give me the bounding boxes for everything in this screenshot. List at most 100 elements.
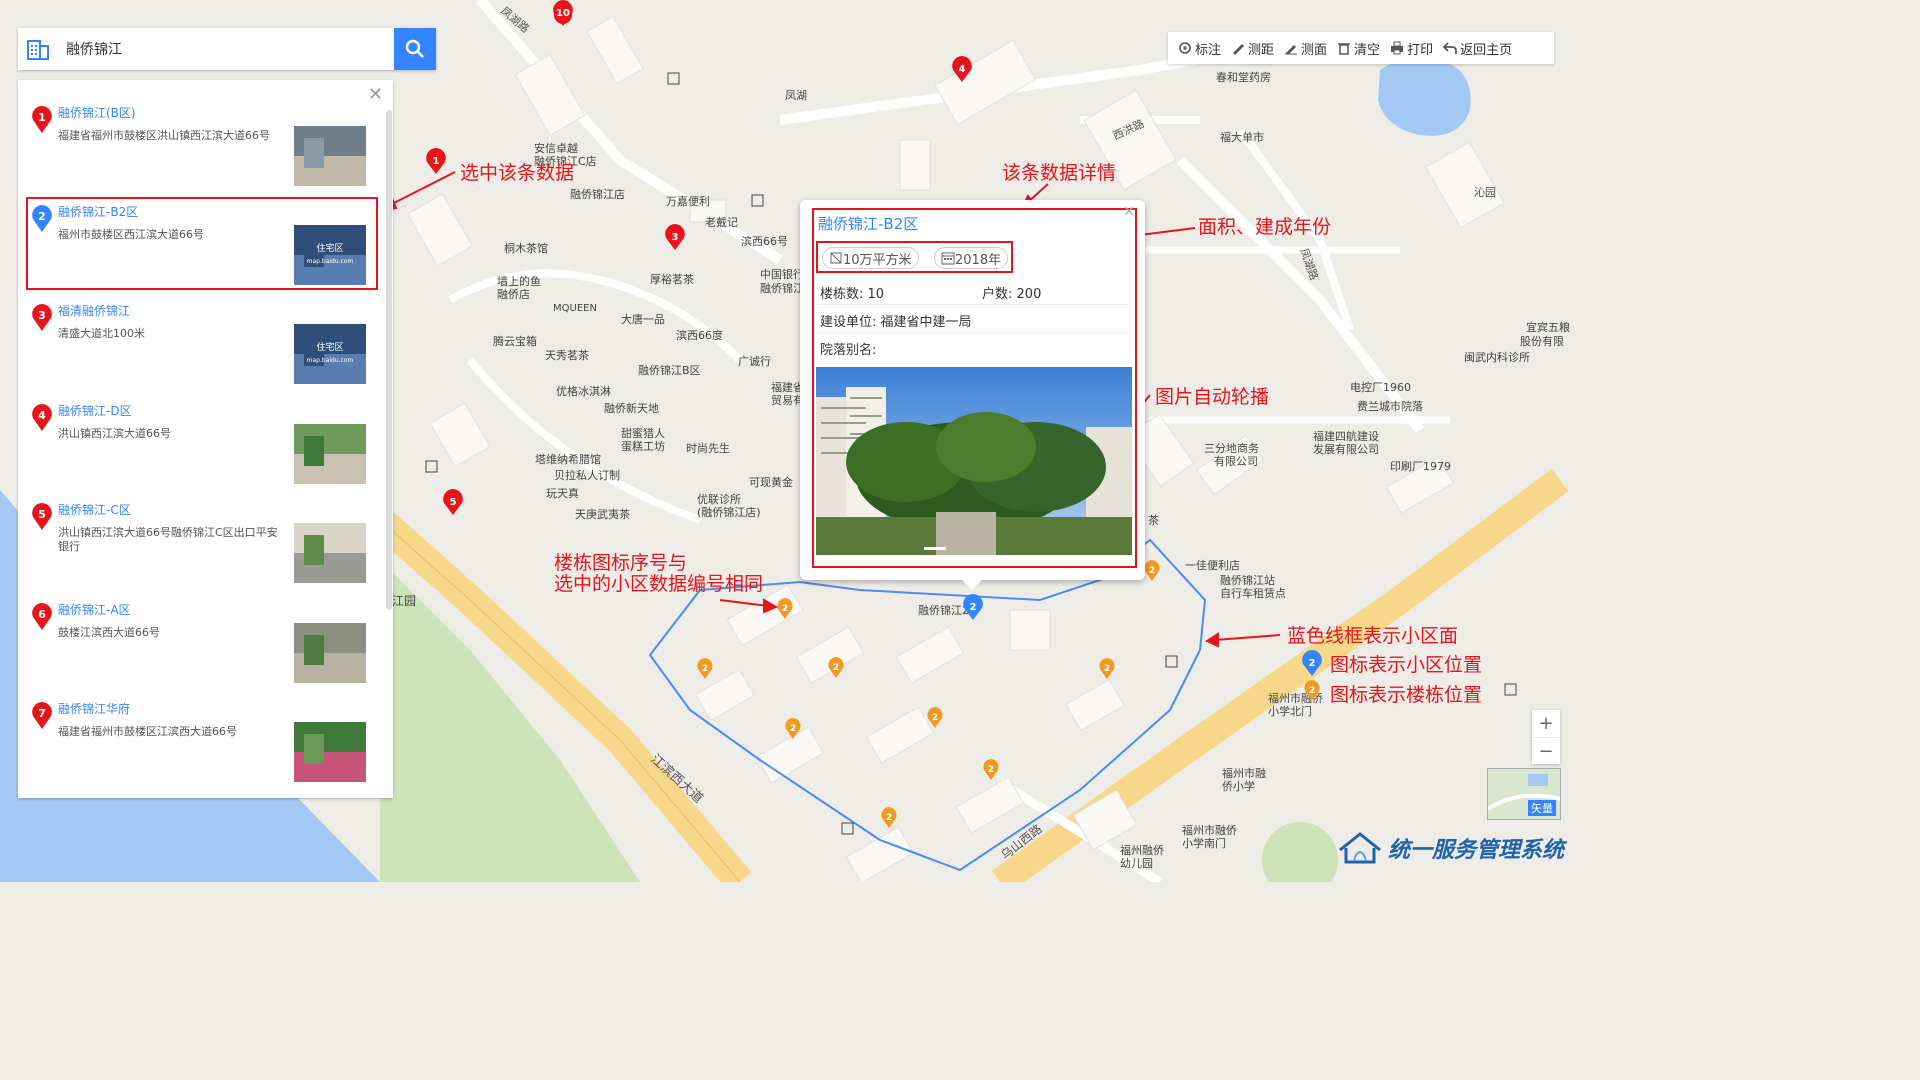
result-name[interactable]: 融侨锦江华府: [58, 700, 130, 717]
trash-icon: [1338, 43, 1351, 55]
result-thumbnail: 住宅区 map.baidu.com: [294, 324, 366, 384]
brand-text: 统一服务管理系统: [1388, 838, 1565, 863]
legend-building-pin: 2: [1304, 680, 1320, 701]
result-pin-icon: 4: [32, 404, 52, 431]
result-pin-number: 5: [38, 508, 46, 521]
result-item[interactable]: 7 融侨锦江华府福建省福州市鼓楼区江滨西大道66号: [18, 676, 393, 782]
tool-label: 清空: [1354, 42, 1381, 58]
map-toolbar: 标注 测距 测面 清空 打印 返回主页: [1168, 32, 1554, 64]
result-address: 洪山镇西江滨大道66号: [58, 427, 171, 440]
svg-text:2: 2: [970, 602, 977, 613]
building-pin[interactable]: 2: [1144, 560, 1160, 581]
popup-pointer: [962, 580, 982, 590]
result-name[interactable]: 福清融侨锦江: [58, 302, 130, 319]
building-pin[interactable]: 2: [777, 598, 793, 619]
svg-text:3: 3: [672, 232, 679, 243]
building-pin[interactable]: 2: [881, 807, 897, 828]
target-icon: [1179, 42, 1191, 54]
ruler-icon: [1233, 44, 1245, 55]
city-icon: [27, 40, 49, 60]
result-pin-number: 4: [38, 409, 46, 422]
result-thumbnail: [294, 126, 366, 186]
tool-area[interactable]: 测面: [1284, 39, 1327, 58]
svg-text:2: 2: [988, 765, 994, 775]
annotation-boundary: 蓝色线框表示小区面: [1287, 625, 1459, 647]
tool-print[interactable]: 打印: [1390, 39, 1433, 58]
result-item[interactable]: 1 融侨锦江(B区) 福建省福州市鼓楼区洪山镇西江滨大道66号: [18, 80, 393, 186]
map-pin-red-4[interactable]: 4: [952, 56, 972, 82]
search-icon: [405, 39, 424, 58]
annotation-detail: 该条数据详情: [1002, 162, 1117, 184]
popup-title[interactable]: 融侨锦江-B2区: [818, 213, 918, 234]
result-item[interactable]: 5 融侨锦江-C区洪山镇西江滨大道66号融侨锦江C区出口平安银行: [18, 477, 393, 583]
result-thumbnail: [294, 523, 366, 583]
tool-label: 测面: [1301, 42, 1328, 58]
area-icon: [830, 252, 842, 264]
svg-text:2: 2: [1104, 664, 1110, 674]
builder-value: 福建省中建一局: [880, 315, 972, 330]
result-pin-number: 7: [38, 707, 46, 720]
photo-carousel[interactable]: [816, 367, 1132, 555]
year-tag: 2018年: [934, 247, 1009, 269]
building-pin[interactable]: 2: [983, 759, 999, 780]
building-pin[interactable]: 2: [785, 718, 801, 739]
building-pin[interactable]: 2: [927, 707, 943, 728]
result-name[interactable]: 融侨锦江(B区): [58, 104, 136, 121]
info-popup: 融侨锦江-B2区 ✕ 10万平方米 2018年 楼栋数: 10 户数: 200 …: [800, 200, 1145, 590]
tool-clear[interactable]: 清空: [1337, 39, 1380, 58]
year-value: 2018年: [955, 252, 1002, 268]
search-button[interactable]: [394, 28, 436, 70]
alias-label: 院落别名:: [820, 343, 877, 358]
map-pin-red-1[interactable]: 1: [426, 148, 446, 174]
svg-text:4: 4: [959, 64, 966, 75]
map-pin-red-3[interactable]: 3: [665, 224, 685, 250]
calendar-icon: [941, 252, 955, 265]
map-type-toggle[interactable]: 矢量: [1487, 768, 1561, 820]
alias-row: 院落别名:: [820, 339, 876, 358]
svg-text:2: 2: [1149, 566, 1155, 576]
result-item[interactable]: 4 融侨锦江-D区洪山镇西江滨大道66号: [18, 378, 393, 484]
result-pin-icon: 7: [32, 702, 52, 729]
builder-row: 建设单位: 福建省中建一局: [820, 311, 972, 330]
tool-distance[interactable]: 测距: [1231, 39, 1274, 58]
building-pin[interactable]: 2: [828, 657, 844, 678]
search-bar: [18, 28, 436, 70]
result-name[interactable]: 融侨锦江-A区: [58, 601, 131, 618]
result-pin-number: 1: [38, 111, 46, 124]
annotation-community-icon: 图标表示小区位置: [1330, 654, 1483, 676]
svg-text:2: 2: [833, 663, 839, 673]
result-address: 福建省福州市鼓楼区江滨西大道66号: [58, 725, 237, 738]
svg-text:2: 2: [790, 724, 796, 734]
tool-mark[interactable]: 标注: [1178, 39, 1221, 58]
zoom-in-button[interactable]: +: [1532, 710, 1560, 737]
popup-close-icon[interactable]: ✕: [1123, 204, 1135, 220]
result-pin-icon: 5: [32, 503, 52, 530]
scrollbar[interactable]: [386, 110, 392, 610]
zoom-out-button[interactable]: −: [1532, 737, 1560, 764]
annotation-number-line2: 选中的小区数据编号相同: [554, 573, 764, 595]
area-value: 10万平方米: [843, 252, 912, 268]
community-pin-2[interactable]: 2: [963, 594, 983, 620]
building-pin[interactable]: 2: [1099, 658, 1115, 679]
result-pin-number: 3: [38, 309, 46, 322]
result-name[interactable]: 融侨锦江-C区: [58, 501, 131, 518]
map-pin-red-10[interactable]: 10: [553, 0, 573, 26]
printer-icon: [1391, 41, 1404, 55]
search-input[interactable]: [66, 36, 396, 62]
return-icon: [1443, 42, 1457, 54]
result-thumbnail: [294, 623, 366, 683]
map-pin-red-5[interactable]: 5: [443, 489, 463, 515]
annotation-select: 选中该条数据: [460, 162, 575, 184]
result-item[interactable]: 3 福清融侨锦江清盛大道北100米 住宅区 map.baidu.com: [18, 278, 393, 384]
annotation-carousel: 图片自动轮播: [1155, 386, 1270, 408]
building-pin[interactable]: 2: [697, 658, 713, 679]
result-address: 洪山镇西江滨大道66号融侨锦江C区出口平安银行: [58, 526, 278, 553]
result-item[interactable]: 6 融侨锦江-A区 鼓楼江滨西大道66号: [18, 577, 393, 683]
result-name[interactable]: 融侨锦江-D区: [58, 402, 132, 419]
divider: [816, 304, 1128, 305]
buildings-label: 楼栋数:: [820, 287, 864, 302]
pencil-icon: [1285, 45, 1298, 55]
result-address: 福建省福州市鼓楼区洪山镇西江滨大道66号: [58, 129, 270, 142]
tool-home[interactable]: 返回主页: [1443, 39, 1512, 58]
result-address: 清盛大道北100米: [58, 327, 145, 340]
